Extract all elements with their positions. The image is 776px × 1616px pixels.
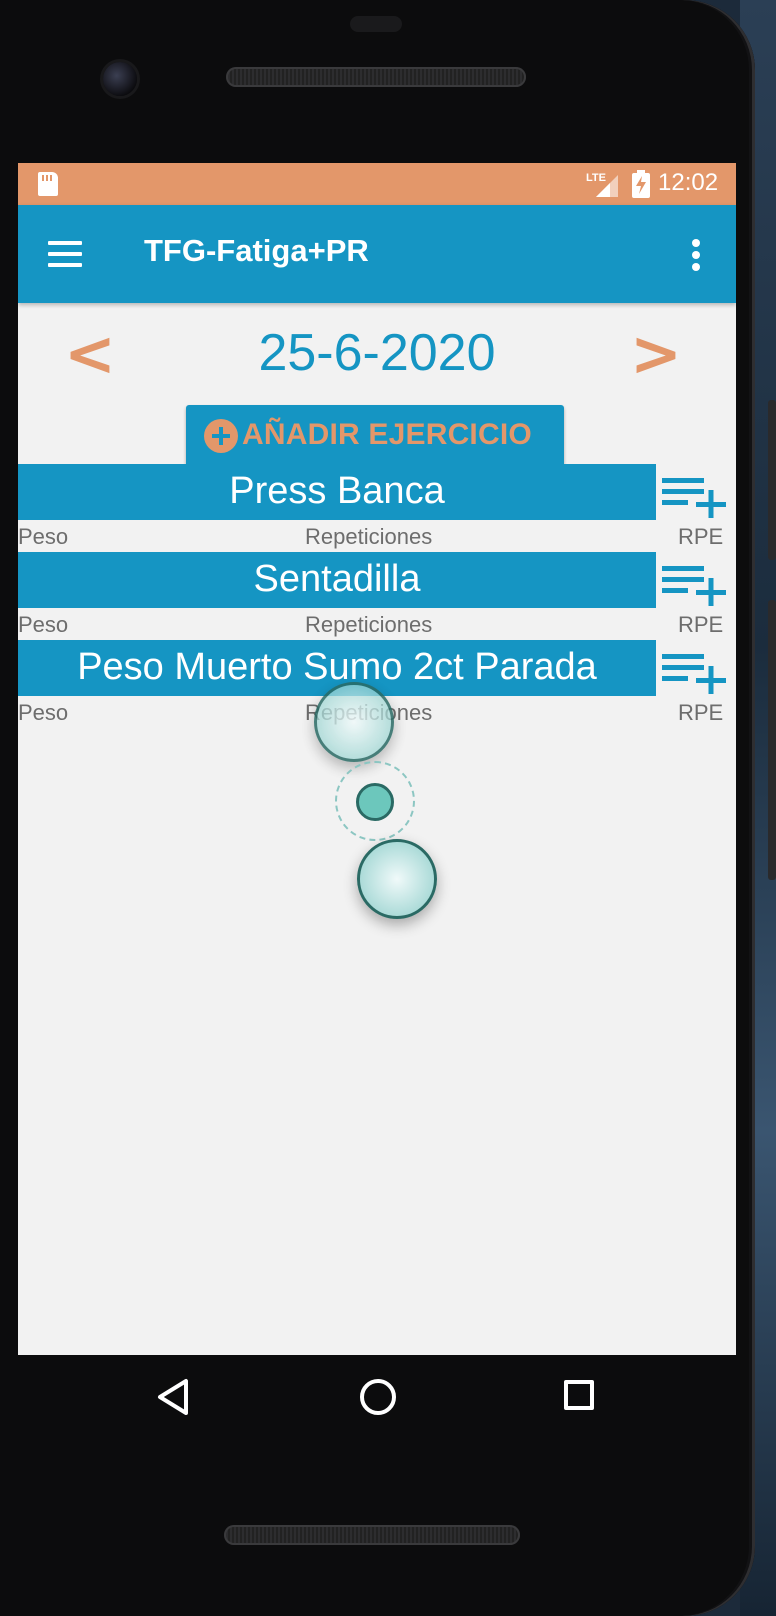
front-camera [103,62,137,96]
exercise-header[interactable]: Sentadilla [18,552,656,608]
exercise-name: Peso Muerto Sumo 2ct Parada [77,646,597,688]
home-icon[interactable] [360,1379,396,1415]
back-icon[interactable] [156,1377,192,1417]
column-label-rpe: RPE [678,612,724,637]
column-label-peso: Peso [18,700,69,725]
touch-indicator [357,839,437,919]
app-screen: LTE 12:02 TFG-Fatiga+PR < 25-6-2020 > AÑ… [18,163,736,1355]
playlist-add-icon[interactable] [662,562,732,606]
touch-dot [356,783,394,821]
recents-icon[interactable] [564,1380,594,1410]
svg-text:LTE: LTE [586,172,606,184]
add-circle-icon [204,419,238,453]
status-time: 12:02 [658,169,719,196]
menu-icon[interactable] [48,241,82,267]
power-button [768,400,776,560]
status-bar: LTE 12:02 [18,163,736,205]
playlist-add-icon[interactable] [662,650,732,694]
battery-charging-icon [632,170,650,198]
exercise-item: Press Banca Peso Repeticiones RPE [18,464,736,552]
bottom-speaker [224,1525,520,1545]
exercise-item: Sentadilla Peso Repeticiones RPE [18,552,736,640]
add-exercise-button[interactable]: AÑADIR EJERCICIO [186,405,564,467]
exercise-header[interactable]: Press Banca [18,464,656,520]
app-bar: TFG-Fatiga+PR [18,205,736,303]
date-navigator: < 25-6-2020 > [18,303,736,403]
phone-frame: LTE 12:02 TFG-Fatiga+PR < 25-6-2020 > AÑ… [0,0,755,1616]
lte-signal-icon: LTE [586,172,618,197]
touch-indicator [314,682,394,762]
exercise-name: Press Banca [229,470,445,512]
column-label-repeticiones: Repeticiones [305,612,433,637]
exercise-name: Sentadilla [253,558,421,600]
next-day-button[interactable]: > [630,323,682,385]
sd-card-icon [38,172,58,196]
column-label-peso: Peso [18,524,69,549]
current-date: 25-6-2020 [258,324,496,382]
navigation-bar [0,1355,755,1465]
volume-button [768,600,776,880]
app-title: TFG-Fatiga+PR [144,233,369,268]
playlist-add-icon[interactable] [662,474,732,518]
sensor-notch [350,16,402,32]
column-label-rpe: RPE [678,524,724,549]
overflow-menu-icon[interactable] [692,239,702,271]
column-label-peso: Peso [18,612,69,637]
add-exercise-label: AÑADIR EJERCICIO [242,418,532,451]
column-label-rpe: RPE [678,700,724,725]
column-label-repeticiones: Repeticiones [305,524,433,549]
earpiece-speaker [226,67,526,87]
